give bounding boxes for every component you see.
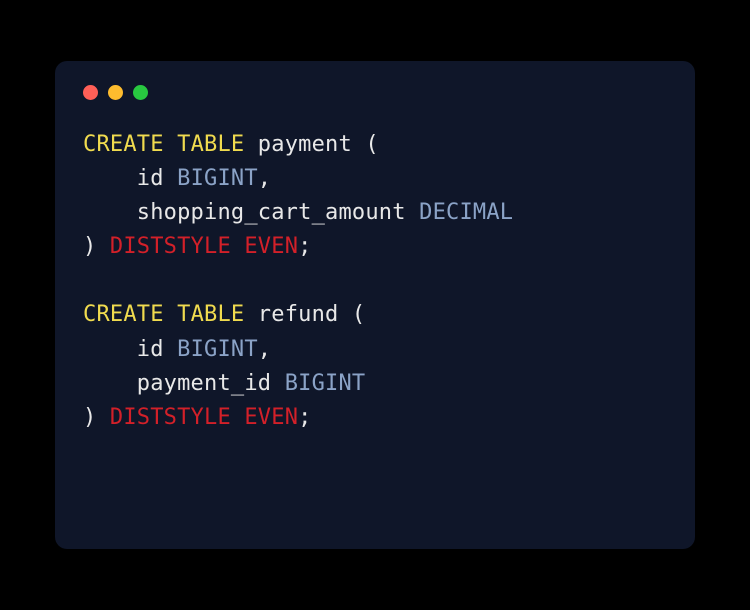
data-type: DECIMAL bbox=[419, 200, 513, 225]
code-text bbox=[164, 302, 177, 327]
indent bbox=[83, 371, 137, 396]
data-type: BIGINT bbox=[285, 371, 366, 396]
column-name: id bbox=[137, 337, 177, 362]
table-name: payment bbox=[244, 132, 365, 157]
column-name: shopping_cart_amount bbox=[137, 200, 419, 225]
code-text bbox=[231, 234, 244, 259]
keyword-table: TABLE bbox=[177, 302, 244, 327]
paren-close: ) bbox=[83, 405, 110, 430]
keyword-diststyle: DISTSTYLE bbox=[110, 234, 231, 259]
paren-close: ) bbox=[83, 234, 110, 259]
paren-open: ( bbox=[352, 302, 365, 327]
keyword-create: CREATE bbox=[83, 132, 164, 157]
column-name: payment_id bbox=[137, 371, 285, 396]
data-type: BIGINT bbox=[177, 166, 258, 191]
code-text bbox=[164, 132, 177, 157]
indent bbox=[83, 337, 137, 362]
keyword-even: EVEN bbox=[244, 234, 298, 259]
code-block: CREATE TABLE payment ( id BIGINT, shoppi… bbox=[83, 128, 667, 435]
table-name: refund bbox=[244, 302, 352, 327]
keyword-table: TABLE bbox=[177, 132, 244, 157]
semicolon: ; bbox=[298, 405, 311, 430]
traffic-lights bbox=[83, 85, 667, 100]
indent bbox=[83, 166, 137, 191]
indent bbox=[83, 200, 137, 225]
keyword-create: CREATE bbox=[83, 302, 164, 327]
maximize-icon bbox=[133, 85, 148, 100]
semicolon: ; bbox=[298, 234, 311, 259]
keyword-diststyle: DISTSTYLE bbox=[110, 405, 231, 430]
minimize-icon bbox=[108, 85, 123, 100]
close-icon bbox=[83, 85, 98, 100]
data-type: BIGINT bbox=[177, 337, 258, 362]
column-name: id bbox=[137, 166, 177, 191]
code-window: CREATE TABLE payment ( id BIGINT, shoppi… bbox=[55, 61, 695, 549]
paren-open: ( bbox=[365, 132, 378, 157]
comma: , bbox=[258, 337, 271, 362]
keyword-even: EVEN bbox=[244, 405, 298, 430]
comma: , bbox=[258, 166, 271, 191]
code-text bbox=[231, 405, 244, 430]
